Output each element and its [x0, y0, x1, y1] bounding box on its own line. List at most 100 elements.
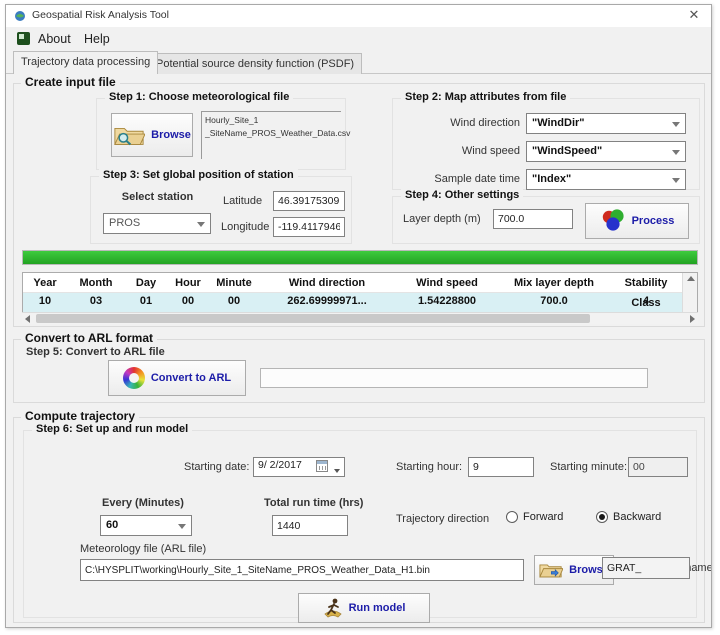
convert-progress-bar	[260, 368, 648, 388]
run-model-button[interactable]: Run model	[298, 593, 430, 623]
chevron-down-icon	[672, 178, 680, 183]
step6-title: Step 6: Set up and run model	[32, 423, 192, 435]
wind-speed-value: "WindSpeed"	[532, 145, 602, 157]
layer-depth-field[interactable]	[493, 209, 573, 229]
browse-met-file-label: Browse	[151, 129, 191, 141]
step6-box: Step 6: Set up and run model Starting da…	[23, 430, 697, 618]
select-station-label: Select station	[105, 191, 210, 203]
run-model-label: Run model	[349, 602, 406, 614]
runner-icon	[323, 597, 343, 619]
col-year[interactable]: Year	[23, 273, 67, 292]
tab-psdf[interactable]: Potential source density function (PSDF)	[148, 53, 362, 74]
radio-backward[interactable]: Backward	[596, 511, 661, 523]
table-row[interactable]: 10 03 01 00 00 262.69999971... 1.5422880…	[23, 293, 683, 310]
step1-title: Step 1: Choose meteorological file	[105, 91, 293, 103]
step5-title: Step 5: Convert to ARL file	[26, 346, 165, 358]
scroll-left-icon	[25, 315, 30, 323]
close-button[interactable]: ✕	[677, 5, 711, 27]
latitude-field[interactable]	[273, 191, 345, 211]
starting-hour-field[interactable]	[468, 457, 534, 477]
cell: 700.0	[499, 293, 609, 310]
step2-box: Step 2: Map attributes from file Wind di…	[392, 98, 700, 190]
cell: 00	[167, 293, 209, 310]
rainbow-ring-icon	[123, 367, 145, 389]
col-mix-layer-depth[interactable]: Mix layer depth	[499, 273, 609, 292]
col-month[interactable]: Month	[67, 273, 125, 292]
step3-box: Step 3: Set global position of station S…	[90, 176, 352, 244]
menu-bar: About Help	[6, 27, 711, 51]
folder-arrow-icon	[539, 561, 563, 579]
step1-box: Step 1: Choose meteorological file Brows…	[96, 98, 346, 170]
group-compute-title: Compute trajectory	[21, 409, 139, 423]
window-title: Geospatial Risk Analysis Tool	[32, 9, 169, 21]
group-create-input-file: Create input file Step 1: Choose meteoro…	[13, 83, 705, 327]
wind-direction-value: "WindDir"	[532, 117, 585, 129]
tab-trajectory-data-processing[interactable]: Trajectory data processing	[13, 51, 158, 74]
col-minute[interactable]: Minute	[209, 273, 259, 292]
step4-box: Step 4: Other settings Layer depth (m) P…	[392, 196, 700, 244]
calendar-icon	[316, 460, 328, 472]
met-arl-file-label: Meteorology file (ARL file)	[80, 543, 206, 555]
longitude-field[interactable]	[273, 217, 345, 237]
col-stability-class[interactable]: Stability Class	[609, 273, 683, 292]
cell: 10	[23, 293, 67, 310]
convert-to-arl-button[interactable]: Convert to ARL	[108, 360, 246, 396]
cell: 1.54228800	[395, 293, 499, 310]
starting-date-value: 9/ 2/2017	[258, 459, 302, 471]
process-progress-fill	[23, 251, 697, 264]
browse-met-file-button[interactable]: Browse	[111, 113, 193, 157]
chevron-down-icon	[672, 150, 680, 155]
trajectory-direction-label: Trajectory direction	[396, 513, 489, 525]
sample-datetime-dropdown[interactable]: "Index"	[526, 169, 686, 190]
starting-hour-label: Starting hour:	[396, 461, 462, 473]
convert-to-arl-label: Convert to ARL	[151, 372, 231, 384]
col-hour[interactable]: Hour	[167, 273, 209, 292]
wind-speed-dropdown[interactable]: "WindSpeed"	[526, 141, 686, 162]
cell: 00	[209, 293, 259, 310]
tab-strip: Trajectory data processing Potential sou…	[6, 51, 711, 74]
scrollbar-thumb[interactable]	[36, 314, 590, 323]
group-compute-trajectory: Compute trajectory Step 6: Set up and ru…	[13, 417, 705, 623]
col-wind-speed[interactable]: Wind speed	[395, 273, 499, 292]
process-progress-bar	[22, 250, 698, 265]
group-create-input-title: Create input file	[21, 75, 120, 89]
group-convert-title: Convert to ARL format	[21, 331, 157, 345]
cell: 03	[67, 293, 125, 310]
starting-date-picker[interactable]: 9/ 2/2017	[253, 457, 345, 477]
wind-direction-label: Wind direction	[393, 117, 520, 129]
process-button[interactable]: Process	[585, 203, 689, 239]
chevron-down-icon	[178, 524, 186, 529]
station-dropdown[interactable]: PROS	[103, 213, 211, 234]
layer-depth-label: Layer depth (m)	[403, 213, 481, 225]
total-run-time-field[interactable]	[272, 515, 348, 536]
every-minutes-label: Every (Minutes)	[102, 497, 184, 509]
folder-search-icon	[113, 123, 145, 147]
step3-title: Step 3: Set global position of station	[99, 169, 298, 181]
col-wind-direction[interactable]: Wind direction	[259, 273, 395, 292]
radio-forward[interactable]: Forward	[506, 511, 563, 523]
menu-help[interactable]: Help	[78, 30, 116, 48]
wind-direction-dropdown[interactable]: "WindDir"	[526, 113, 686, 134]
menu-about[interactable]: About	[32, 30, 77, 48]
app-icon	[14, 10, 26, 22]
radio-dot-icon	[596, 511, 608, 523]
backward-label: Backward	[613, 511, 661, 523]
forward-label: Forward	[523, 511, 563, 523]
group-convert-arl: Convert to ARL format Step 5: Convert to…	[13, 339, 705, 403]
wind-speed-label: Wind speed	[393, 145, 520, 157]
radio-circle-icon	[506, 511, 518, 523]
met-arl-file-field[interactable]	[80, 559, 524, 581]
table-horizontal-scrollbar[interactable]	[22, 312, 698, 324]
scroll-right-icon	[690, 315, 695, 323]
longitude-label: Longitude	[221, 221, 269, 233]
starting-minute-field[interactable]	[628, 457, 688, 477]
chevron-down-icon	[197, 222, 205, 227]
process-spheres-icon	[600, 209, 626, 233]
every-minutes-dropdown[interactable]: 60	[100, 515, 192, 536]
met-file-display: Hourly_Site_1 _SiteName_PROS_Weather_Dat…	[201, 111, 341, 159]
col-day[interactable]: Day	[125, 273, 167, 292]
title-bar: Geospatial Risk Analysis Tool ✕	[6, 5, 711, 27]
cell: 01	[125, 293, 167, 310]
process-label: Process	[632, 215, 675, 227]
output-prefix-field[interactable]	[602, 557, 690, 579]
